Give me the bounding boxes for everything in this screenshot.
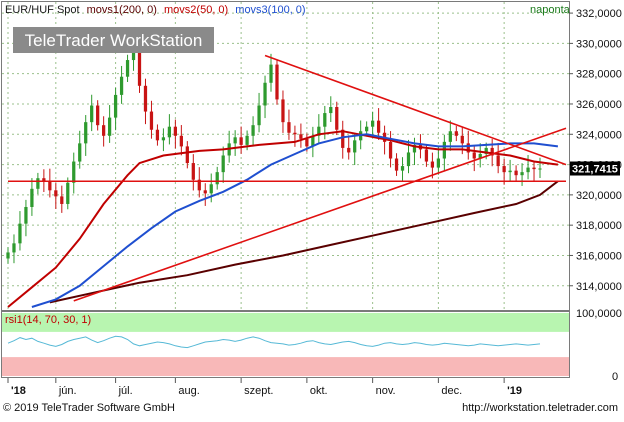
last-value-tag: 321,7415 bbox=[570, 161, 620, 176]
x-tick-label: nov. bbox=[376, 385, 396, 397]
price-y-tick-label: 328,0000 bbox=[576, 69, 622, 81]
rsi-title: rsi1(14, 70, 30, 1) bbox=[5, 314, 91, 326]
last-value-label: 321,7415 bbox=[572, 164, 618, 176]
time-x-axis: '18 jún. júl. aug. szept. okt. nov. dec. '19 bbox=[7, 378, 522, 397]
copyright-text: © 2019 TeleTrader Software GmbH bbox=[3, 402, 175, 414]
ma50-label: movs2(50, 0) bbox=[164, 4, 228, 16]
price-y-tick-label: 326,0000 bbox=[576, 99, 622, 111]
rsi-zone bbox=[2, 357, 569, 376]
ma200-label: movs1(200, 0) bbox=[87, 4, 157, 16]
ma100-label: movs3(100, 0) bbox=[235, 4, 305, 16]
price-y-tick-label: 320,0000 bbox=[576, 190, 622, 202]
x-tick-label: jún. bbox=[58, 385, 77, 397]
x-tick-label: júl. bbox=[118, 385, 133, 397]
period-label: naponta bbox=[530, 4, 571, 16]
x-tick-label: okt. bbox=[310, 385, 328, 397]
watermark-text: TeleTrader WorkStation bbox=[25, 31, 203, 50]
chart-canvas: TeleTrader WorkStation EUR/HUF Spot movs… bbox=[1, 1, 622, 397]
candle bbox=[275, 59, 279, 105]
x-tick-label: '18 bbox=[11, 385, 26, 397]
website-link[interactable]: http://workstation.teletrader.com bbox=[462, 402, 618, 414]
price-y-axis: 332,0000 330,0000 328,0000 326,0000 324,0000… bbox=[569, 8, 622, 293]
price-y-tick-label: 316,0000 bbox=[576, 250, 622, 262]
price-y-tick-label: 324,0000 bbox=[576, 129, 622, 141]
chart-window: TeleTrader WorkStation EUR/HUF Spot movs… bbox=[0, 0, 624, 417]
rsi-y-axis: 100,0000 0 bbox=[576, 308, 622, 383]
x-tick-label: szept. bbox=[244, 385, 273, 397]
watermark: TeleTrader WorkStation bbox=[13, 27, 214, 53]
instrument-label: EUR/HUF Spot bbox=[5, 4, 80, 16]
price-title: EUR/HUF Spot movs1(200, 0) movs2(50, 0) … bbox=[5, 4, 306, 16]
x-tick-label: '19 bbox=[507, 385, 522, 397]
x-tick-label: aug. bbox=[178, 385, 199, 397]
price-y-tick-label: 330,0000 bbox=[576, 38, 622, 50]
price-y-tick-label: 314,0000 bbox=[576, 281, 622, 293]
price-y-tick-label: 318,0000 bbox=[576, 220, 622, 232]
rsi-y-tick-label: 100,0000 bbox=[576, 308, 622, 320]
x-tick-label: dec. bbox=[441, 385, 462, 397]
rsi-y-tick-label: 0 bbox=[612, 371, 618, 383]
price-y-tick-label: 332,0000 bbox=[576, 8, 622, 20]
